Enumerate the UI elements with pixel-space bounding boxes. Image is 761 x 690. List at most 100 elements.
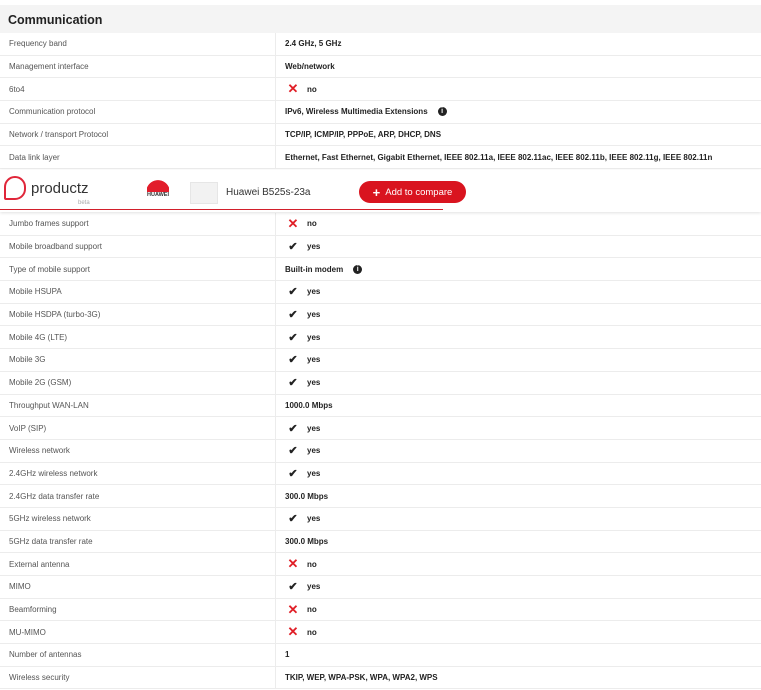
spec-row: Management interface Web/network: [0, 55, 761, 79]
spec-label: 2.4GHz wireless network: [0, 462, 276, 485]
info-icon[interactable]: i: [437, 107, 447, 117]
spec-value-text: no: [307, 605, 317, 615]
spec-row: Mobile 4G (LTE) ✔ yes: [0, 326, 761, 350]
check-icon: ✔: [288, 241, 298, 254]
spec-row: Data link layer Ethernet, Fast Ethernet, …: [0, 146, 761, 170]
spec-label: Mobile HSDPA (turbo-3G): [0, 303, 276, 326]
spec-value-text: yes: [307, 310, 321, 320]
spec-label: MIMO: [0, 576, 276, 598]
spec-value-text: 1000.0 Mbps: [285, 400, 333, 410]
product-thumbnail: [190, 182, 218, 204]
check-icon: ✔: [288, 377, 298, 390]
spec-label: Mobile HSUPA: [0, 281, 276, 303]
cross-icon: ✕: [287, 624, 299, 640]
spec-value: ✔ yes: [276, 580, 320, 593]
check-icon: ✔: [288, 467, 298, 480]
spec-value: ✔ yes: [276, 331, 320, 344]
spec-label: VoIP (SIP): [0, 417, 276, 439]
spec-row: Mobile 2G (GSM) ✔ yes: [0, 371, 761, 395]
spec-value-text: yes: [307, 468, 321, 478]
spec-value-text: no: [307, 84, 317, 94]
spec-value-text: IPv6, Wireless Multimedia Extensions: [285, 107, 428, 117]
cross-icon: ✕: [287, 81, 299, 97]
spec-label: Jumbo frames support: [0, 213, 276, 235]
spec-value: ✔ yes: [276, 285, 320, 298]
spec-row: 5GHz wireless network ✔ yes: [0, 507, 761, 531]
info-icon[interactable]: i: [353, 264, 363, 274]
spec-value: TKIP, WEP, WPA-PSK, WPA, WPA2, WPS: [276, 673, 438, 682]
productz-logo-icon: [4, 176, 26, 200]
spec-value: 2.4 GHz, 5 GHz: [276, 39, 341, 48]
spec-value: ✕ no: [276, 624, 317, 640]
spec-label: Wireless network: [0, 439, 276, 462]
spec-value: Web/network: [276, 62, 335, 71]
spec-label: Mobile 3G: [0, 349, 276, 371]
spec-value: 300.0 Mbps: [276, 492, 328, 501]
spec-value: ✕ no: [276, 216, 317, 232]
spec-value: ✕ no: [276, 556, 317, 572]
spec-label: Frequency band: [0, 33, 276, 55]
spec-value: ✔ yes: [276, 467, 320, 480]
spec-value-text: Ethernet, Fast Ethernet, Gigabit Etherne…: [285, 152, 713, 162]
spec-value-text: 2.4 GHz, 5 GHz: [285, 39, 342, 49]
spec-row: External antenna ✕ no: [0, 553, 761, 576]
sticky-product-bar: productz beta HUAWEI Huawei B525s-23a + A…: [0, 170, 761, 212]
spec-value-text: yes: [307, 582, 321, 592]
spec-table-top: Frequency band 2.4 GHz, 5 GHz Management i…: [0, 33, 761, 170]
productz-logo[interactable]: productz beta: [4, 176, 90, 206]
spec-value-text: 1: [285, 650, 290, 660]
spec-row: 6to4 ✕ no: [0, 78, 761, 102]
spec-label: Mobile 4G (LTE): [0, 326, 276, 349]
spec-value-text: no: [307, 219, 317, 229]
spec-value-text: 300.0 Mbps: [285, 491, 329, 501]
spec-label: Management interface: [0, 55, 276, 78]
spec-label: 5GHz data transfer rate: [0, 530, 276, 553]
spec-value: 300.0 Mbps: [276, 537, 328, 546]
product-name: Huawei B525s-23a: [226, 187, 311, 198]
spec-row: Network / transport Protocol TCP/IP, ICMP…: [0, 123, 761, 147]
spec-value-text: Built-in modem: [285, 264, 344, 274]
spec-label: Wireless security: [0, 666, 276, 689]
spec-row: Mobile HSUPA ✔ yes: [0, 281, 761, 304]
spec-value: ✔ yes: [276, 422, 320, 435]
section-title: Communication: [0, 5, 761, 33]
brand-name: productz: [31, 179, 89, 197]
spec-value-text: no: [307, 559, 317, 569]
spec-value-text: TKIP, WEP, WPA-PSK, WPA, WPA2, WPS: [285, 673, 438, 683]
spec-value: ✔ yes: [276, 353, 320, 366]
check-icon: ✔: [288, 445, 298, 458]
spec-value: ✔ yes: [276, 444, 320, 457]
spec-value-text: yes: [307, 446, 321, 456]
spec-value-text: 300.0 Mbps: [285, 536, 329, 546]
spec-row: Throughput WAN-LAN 1000.0 Mbps: [0, 394, 761, 418]
spec-value: ✔ yes: [276, 308, 320, 321]
spec-value-text: yes: [307, 514, 321, 524]
spec-value: Built-in modem i: [276, 264, 363, 274]
spec-value: ✕ no: [276, 81, 317, 97]
spec-label: 5GHz wireless network: [0, 507, 276, 530]
huawei-logo: HUAWEI: [141, 176, 175, 198]
spec-row: Wireless security TKIP, WEP, WPA-PSK, WPA…: [0, 666, 761, 690]
add-to-compare-button[interactable]: + Add to compare: [359, 181, 466, 203]
add-to-compare-label: Add to compare: [385, 186, 453, 198]
spec-label: Data link layer: [0, 146, 276, 169]
spec-row: 5GHz data transfer rate 300.0 Mbps: [0, 530, 761, 554]
spec-value-text: yes: [307, 423, 321, 433]
check-icon: ✔: [288, 354, 298, 367]
spec-row: Jumbo frames support ✕ no: [0, 213, 761, 236]
spec-label: MU-MIMO: [0, 621, 276, 644]
spec-value-text: yes: [307, 332, 321, 342]
spec-row: Mobile 3G ✔ yes: [0, 349, 761, 372]
spec-value-text: no: [307, 627, 317, 637]
spec-value-text: yes: [307, 378, 321, 388]
spec-value: ✔ yes: [276, 376, 320, 389]
spec-label: Throughput WAN-LAN: [0, 394, 276, 417]
spec-row: 2.4GHz data transfer rate 300.0 Mbps: [0, 485, 761, 508]
spec-row: Frequency band 2.4 GHz, 5 GHz: [0, 33, 761, 56]
spec-row: Wireless network ✔ yes: [0, 439, 761, 463]
spec-value: IPv6, Wireless Multimedia Extensions i: [276, 107, 447, 117]
beta-label: beta: [78, 200, 90, 206]
cross-icon: ✕: [287, 556, 299, 572]
plus-icon: +: [372, 184, 381, 200]
spec-label: Beamforming: [0, 598, 276, 621]
